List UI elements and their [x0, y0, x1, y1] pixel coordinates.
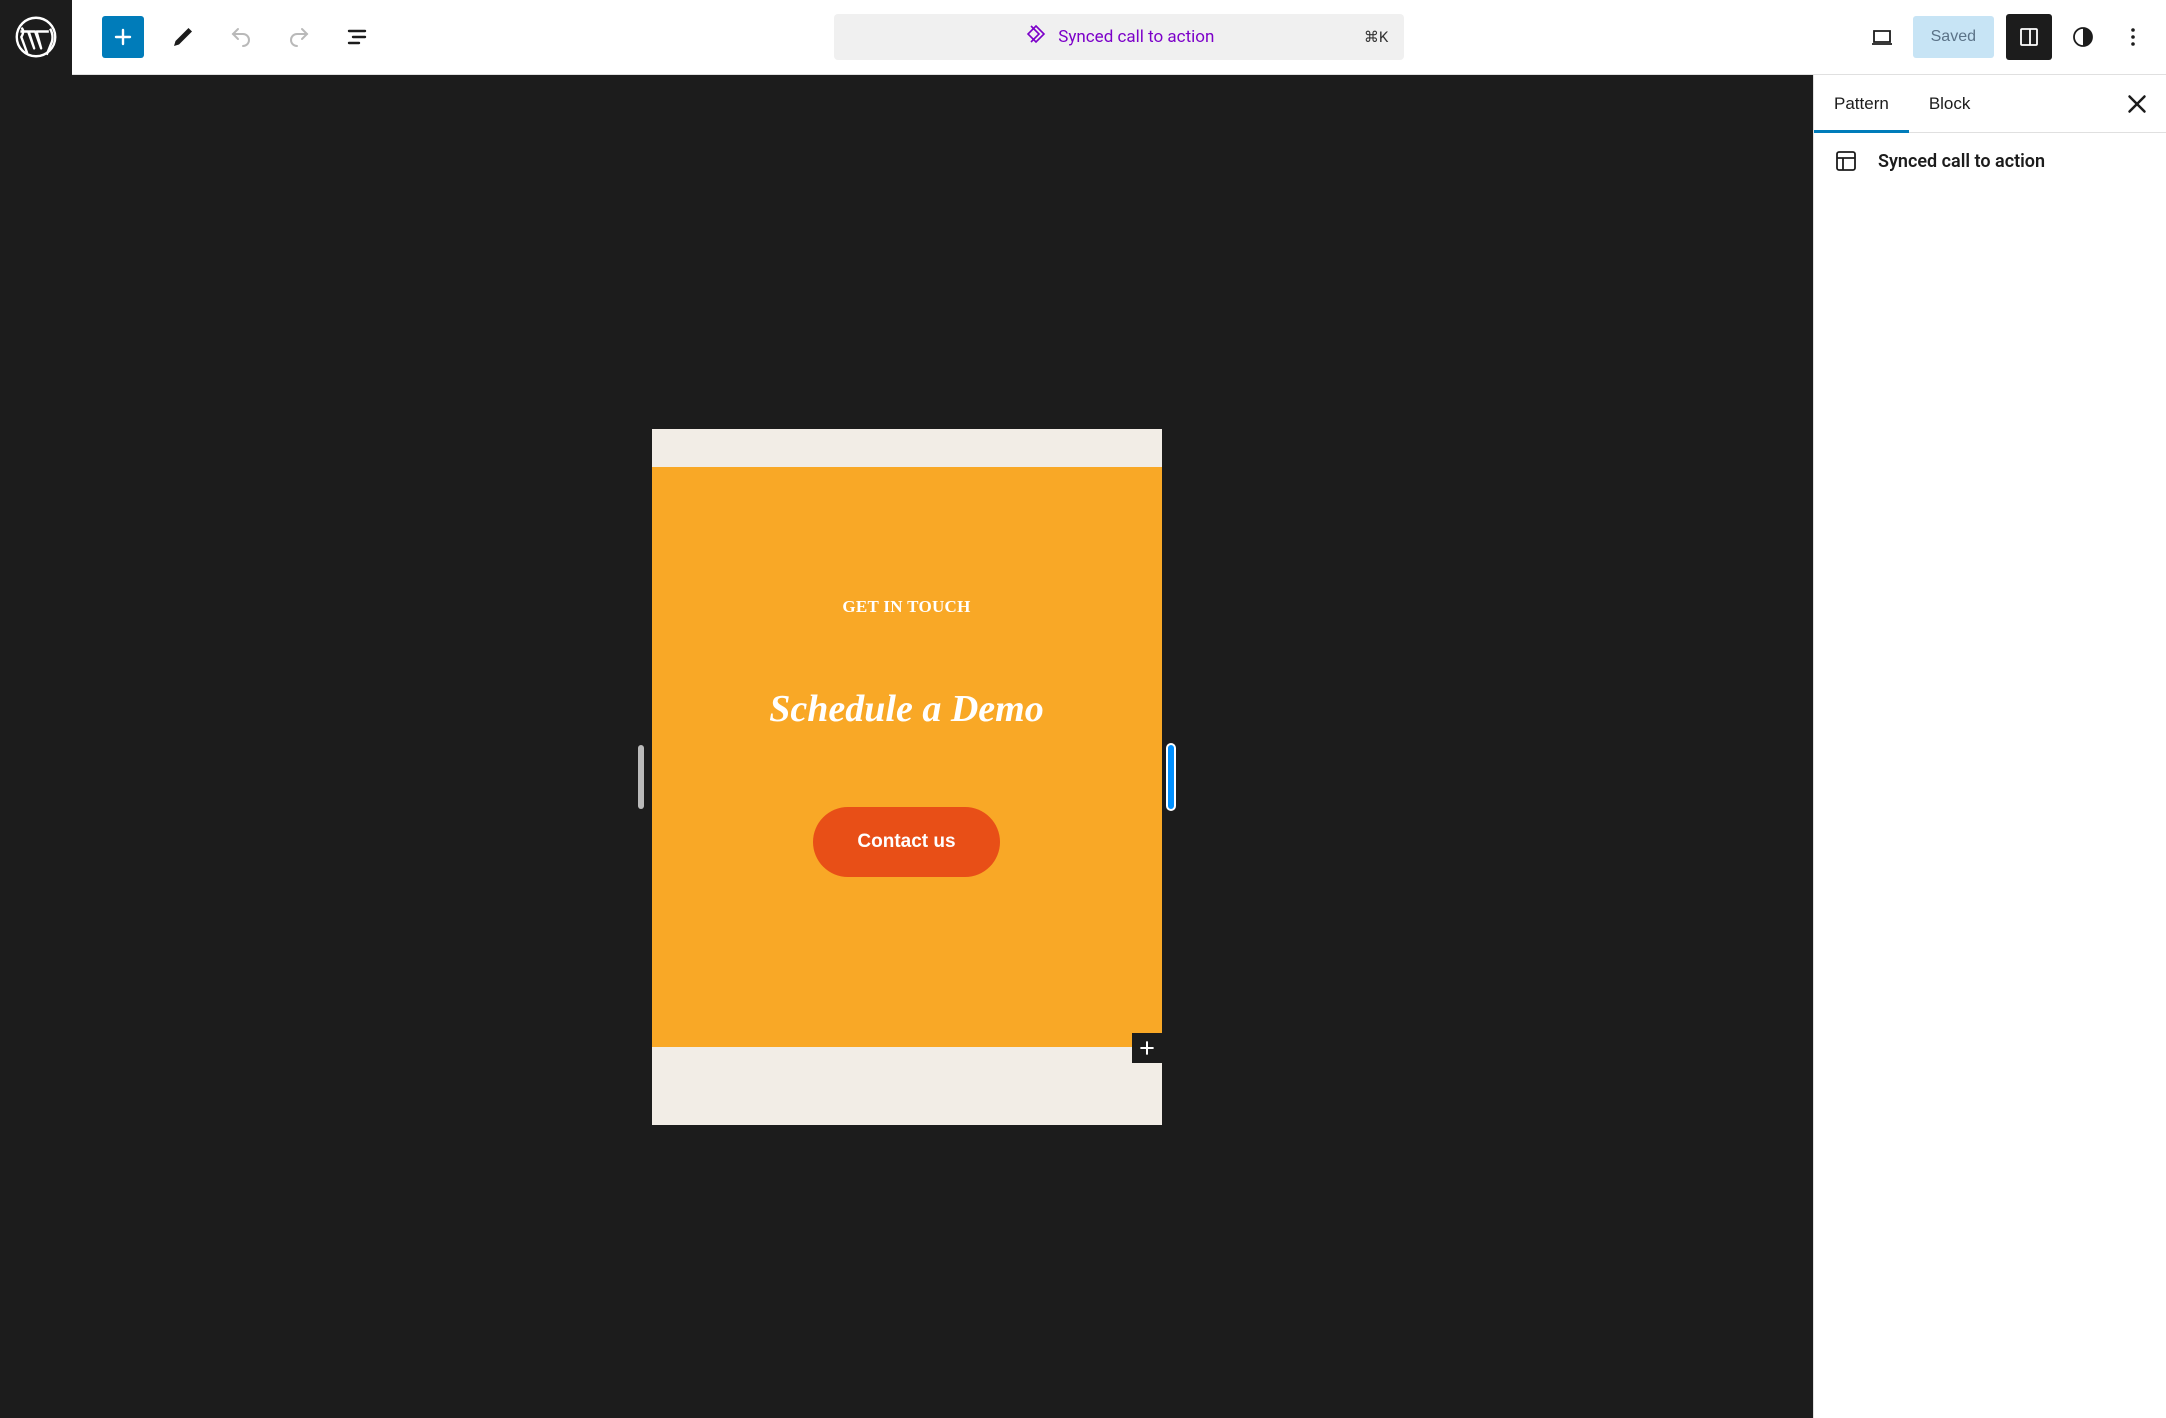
resize-handle-right[interactable]	[1166, 743, 1176, 811]
editor-canvas[interactable]: GET IN TOUCH Schedule a Demo Contact us	[0, 75, 1813, 1418]
document-bar[interactable]: Synced call to action ⌘K	[834, 14, 1404, 60]
cta-eyebrow[interactable]: GET IN TOUCH	[672, 597, 1142, 617]
save-button: Saved	[1913, 16, 1994, 58]
tab-block[interactable]: Block	[1909, 75, 1991, 132]
edit-tool-button[interactable]	[164, 18, 202, 56]
settings-sidebar: Pattern Block	[1813, 75, 2166, 1418]
document-overview-button[interactable]	[338, 18, 376, 56]
cta-button[interactable]: Contact us	[813, 807, 999, 877]
settings-sidebar-toggle[interactable]	[2006, 14, 2052, 60]
pattern-name: Synced call to action	[1878, 151, 2045, 172]
top-toolbar: Synced call to action ⌘K Saved	[0, 0, 2166, 75]
tab-pattern[interactable]: Pattern	[1814, 75, 1909, 132]
synced-pattern-icon	[1024, 23, 1048, 51]
cta-block[interactable]: GET IN TOUCH Schedule a Demo Contact us	[652, 467, 1162, 1047]
document-title: Synced call to action	[1058, 27, 1214, 47]
undo-button	[222, 18, 260, 56]
wordpress-logo[interactable]	[0, 0, 72, 75]
cta-heading[interactable]: Schedule a Demo	[672, 687, 1142, 731]
view-button[interactable]	[1863, 18, 1901, 56]
styles-button[interactable]	[2064, 18, 2102, 56]
close-sidebar-button[interactable]	[2122, 89, 2152, 119]
command-shortcut: ⌘K	[1364, 28, 1388, 46]
block-inserter-button[interactable]	[102, 16, 144, 58]
redo-button	[280, 18, 318, 56]
add-block-button[interactable]	[1132, 1033, 1162, 1063]
canvas-frame[interactable]: GET IN TOUCH Schedule a Demo Contact us	[652, 429, 1162, 1125]
resize-handle-left[interactable]	[638, 745, 644, 809]
template-icon	[1834, 149, 1858, 173]
pattern-item[interactable]: Synced call to action	[1834, 149, 2146, 173]
more-options-button[interactable]	[2114, 18, 2152, 56]
